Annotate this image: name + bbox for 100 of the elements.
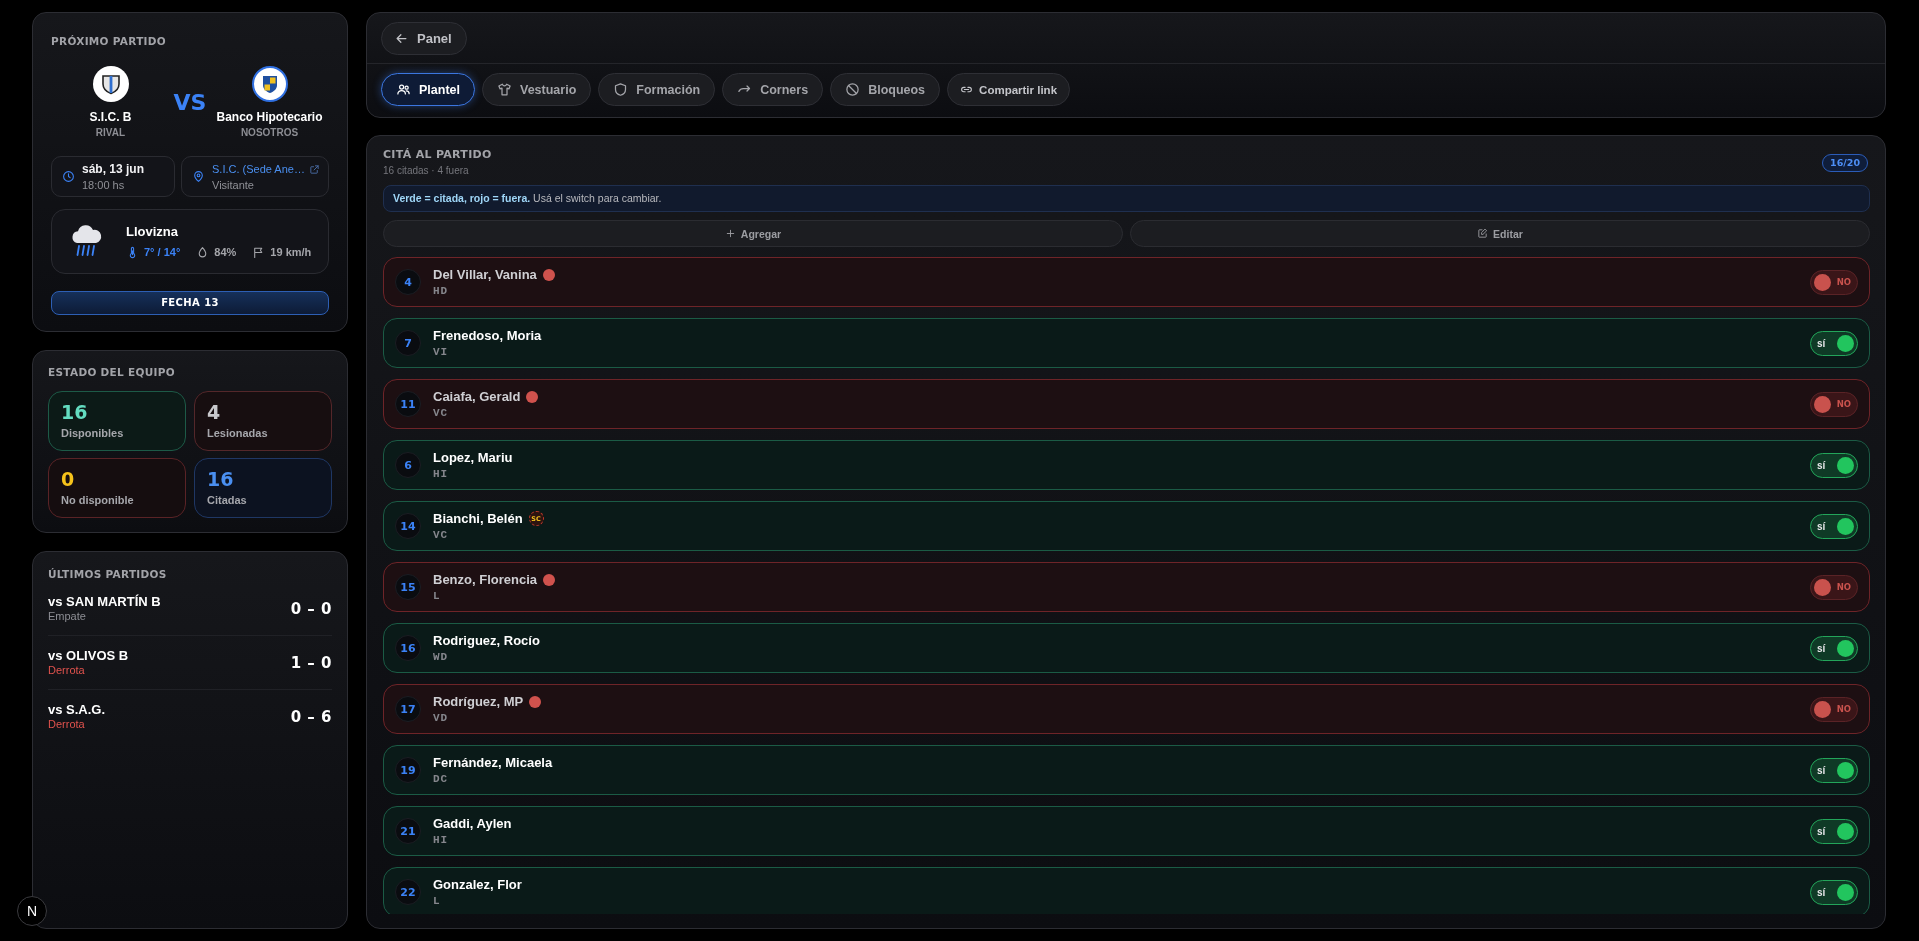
player-name: Rodriguez, Rocío bbox=[433, 632, 540, 649]
jersey-number: 4 bbox=[395, 269, 421, 295]
player-position: WD bbox=[433, 650, 450, 664]
player-position: VI bbox=[433, 345, 450, 359]
player-position: VC bbox=[433, 528, 450, 542]
toggle-switch[interactable]: sí bbox=[1810, 330, 1858, 356]
jersey-number: 17 bbox=[395, 696, 421, 722]
match-result: Empate bbox=[48, 609, 87, 623]
player-name: Caiafa, Gerald bbox=[433, 388, 521, 405]
player-name: Benzo, Florencia bbox=[433, 571, 538, 588]
edit-icon bbox=[1477, 228, 1489, 239]
tab[interactable]: Corners bbox=[722, 73, 824, 106]
toggle-switch[interactable]: sí bbox=[1810, 513, 1858, 539]
clock-icon bbox=[62, 170, 75, 183]
player-position: HD bbox=[433, 284, 450, 298]
tab[interactable]: Formación bbox=[598, 73, 716, 106]
player-position: VD bbox=[433, 711, 450, 725]
player-position: HI bbox=[433, 467, 450, 481]
dev-tools-button[interactable]: N bbox=[17, 896, 47, 926]
humidity-value: 84% bbox=[214, 246, 237, 259]
toggle-switch[interactable]: sí bbox=[1810, 757, 1858, 783]
toggle-switch[interactable]: sí bbox=[1810, 452, 1858, 478]
opponent-name: vs S.A.G. bbox=[48, 702, 106, 717]
toggle-switch[interactable]: NO bbox=[1810, 696, 1858, 722]
toggle-switch[interactable]: NO bbox=[1810, 574, 1858, 600]
player-name: Fernández, Micaela bbox=[433, 754, 553, 771]
jersey-number: 21 bbox=[395, 818, 421, 844]
match-date: sáb, 13 jun bbox=[82, 161, 146, 177]
tab[interactable]: Vestuario bbox=[482, 73, 592, 106]
jersey-number: 19 bbox=[395, 757, 421, 783]
jersey-number: 11 bbox=[395, 391, 421, 417]
match-result: Derrota bbox=[48, 717, 86, 731]
opponent-name: vs SAN MARTÍN B bbox=[48, 594, 161, 609]
temperature-range: 7° / 14° bbox=[144, 246, 181, 259]
stat-label: Citadas bbox=[207, 494, 248, 507]
section-title: ÚLTIMOS PARTIDOS bbox=[48, 568, 168, 581]
shield-crest-icon bbox=[92, 66, 129, 102]
jersey-number: 16 bbox=[395, 635, 421, 661]
share-link-button[interactable]: Compartir link bbox=[947, 73, 1071, 106]
toggle-switch[interactable]: NO bbox=[1810, 269, 1858, 295]
plus-icon bbox=[724, 228, 736, 239]
info-banner: Verde = citada, rojo = fuera. Usá el switch para cambiar. bbox=[383, 185, 1870, 212]
player-position: L bbox=[433, 589, 442, 603]
player-position: VC bbox=[433, 406, 450, 420]
back-button[interactable]: Panel bbox=[381, 22, 467, 55]
stat-label: Lesionadas bbox=[207, 427, 269, 440]
people-icon bbox=[396, 82, 411, 97]
player-position: DC bbox=[433, 772, 450, 786]
match-score: 0 – 6 bbox=[290, 707, 332, 726]
call-up-summary: 16 citadas · 4 fuera bbox=[383, 165, 470, 177]
shield-icon bbox=[613, 82, 629, 97]
location-pin-icon bbox=[192, 170, 205, 183]
weather-condition: Llovizna bbox=[126, 223, 179, 240]
opponent-name: vs OLIVOS B bbox=[48, 648, 129, 663]
stat-value: 16 bbox=[61, 401, 89, 424]
stat-label: Disponibles bbox=[61, 427, 125, 440]
crest-icon bbox=[251, 66, 288, 102]
match-time: 18:00 hs bbox=[82, 177, 126, 192]
player-name: Lopez, Mariu bbox=[433, 449, 513, 466]
versus-label: VS bbox=[172, 89, 208, 117]
arrow-left-icon bbox=[394, 31, 409, 46]
match-result: Derrota bbox=[48, 663, 86, 677]
player-position: HI bbox=[433, 833, 450, 847]
team-role: RIVAL bbox=[95, 127, 126, 139]
toggle-switch[interactable]: sí bbox=[1810, 818, 1858, 844]
blocked-icon bbox=[845, 82, 861, 97]
match-score: 1 – 0 bbox=[290, 653, 332, 672]
jersey-number: 14 bbox=[395, 513, 421, 539]
match-score: 0 – 0 bbox=[290, 599, 332, 618]
team-name: S.I.C. B bbox=[89, 110, 132, 124]
jersey-number: 22 bbox=[395, 879, 421, 905]
jersey-number: 7 bbox=[395, 330, 421, 356]
toggle-switch[interactable]: sí bbox=[1810, 635, 1858, 661]
jersey-number: 6 bbox=[395, 452, 421, 478]
player-position: L bbox=[433, 894, 442, 908]
team-name: Banco Hipotecario bbox=[216, 110, 323, 124]
player-name: Gaddi, Aylen bbox=[433, 815, 512, 832]
toggle-switch[interactable]: NO bbox=[1810, 391, 1858, 417]
stat-value: 0 bbox=[61, 468, 76, 491]
wind-speed: 19 km/h bbox=[270, 246, 312, 259]
count-badge: 16/20 bbox=[1822, 153, 1868, 172]
edit-button[interactable]: Editar bbox=[1130, 220, 1870, 247]
external-link-icon bbox=[309, 163, 320, 175]
section-title: CITÁ AL PARTIDO bbox=[383, 148, 492, 161]
shirt-icon bbox=[497, 82, 512, 97]
player-name: Rodríguez, MP bbox=[433, 693, 524, 710]
player-name: Del Villar, Vanina bbox=[433, 266, 537, 283]
tab[interactable]: Plantel bbox=[381, 73, 475, 106]
stat-value: 4 bbox=[207, 401, 222, 424]
venue-link[interactable]: S.I.C. (Sede Ane… bbox=[212, 161, 305, 177]
toggle-switch[interactable]: sí bbox=[1810, 879, 1858, 905]
tab[interactable]: Bloqueos bbox=[830, 73, 941, 106]
player-name: Bianchi, Belén bbox=[433, 510, 523, 527]
player-name: Frenedoso, Moria bbox=[433, 327, 542, 344]
add-button[interactable]: Agregar bbox=[383, 220, 1123, 247]
player-name: Gonzalez, Flor bbox=[433, 876, 522, 893]
team-role: NOSOTROS bbox=[240, 127, 299, 139]
stat-value: 16 bbox=[207, 468, 235, 491]
stat-label: No disponible bbox=[61, 494, 135, 507]
round-button[interactable]: FECHA 13 bbox=[51, 290, 329, 315]
